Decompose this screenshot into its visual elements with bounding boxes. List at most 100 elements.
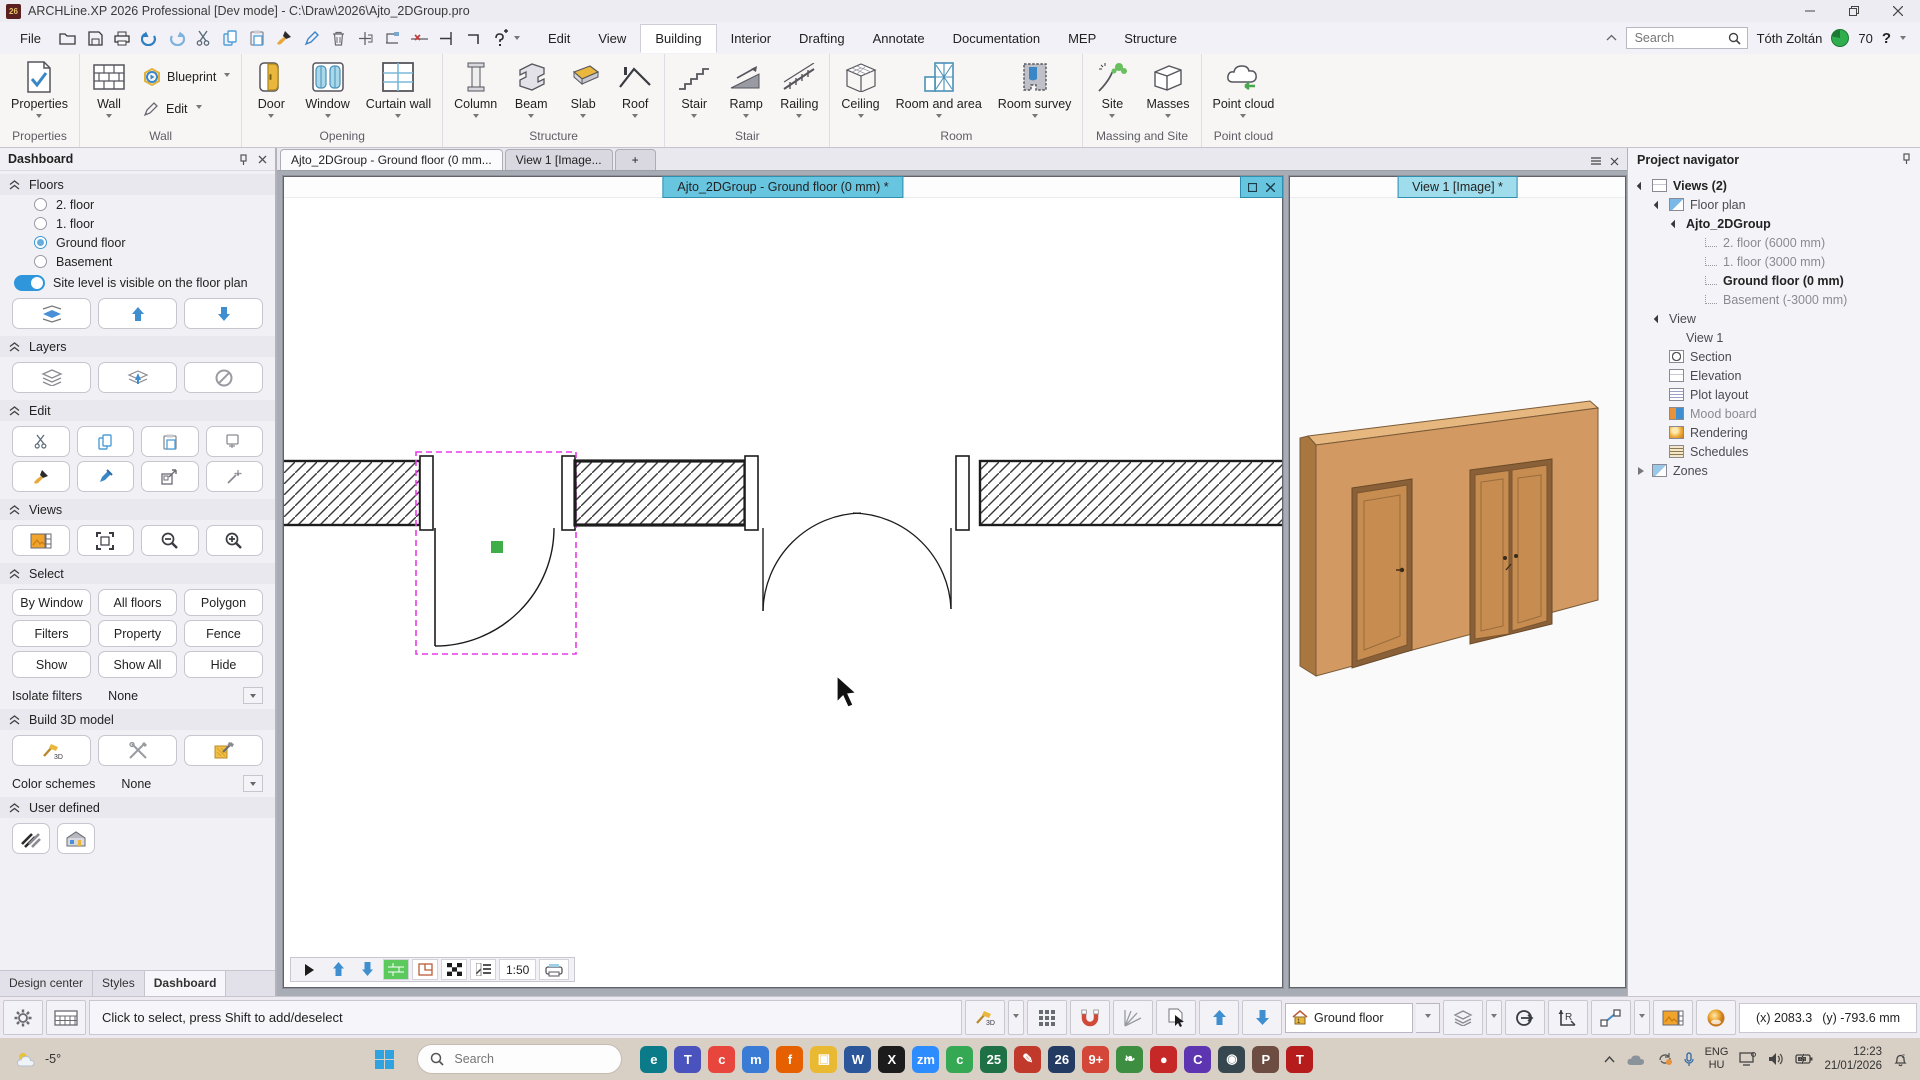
- polyline-mode-button[interactable]: [1591, 1000, 1631, 1035]
- taskbar-app-nature-app[interactable]: ❧: [1116, 1046, 1143, 1073]
- floor-option-1[interactable]: 1. floor: [0, 214, 275, 233]
- search-icon[interactable]: [1728, 32, 1741, 45]
- search-input[interactable]: [1633, 30, 1728, 46]
- weather-widget[interactable]: -5°: [0, 1050, 77, 1068]
- layer-walk-button[interactable]: [98, 362, 177, 393]
- pin-icon[interactable]: [239, 154, 248, 165]
- tree-item-zones[interactable]: Zones: [1628, 461, 1920, 480]
- layers-status-button[interactable]: [1443, 1000, 1483, 1035]
- section-header-edit[interactable]: Edit: [0, 400, 275, 421]
- layers-dropdown[interactable]: [1486, 1000, 1502, 1035]
- floorplan-window-header[interactable]: Ajto_2DGroup - Ground floor (0 mm) *: [284, 177, 1282, 198]
- floor-down-button[interactable]: [184, 298, 263, 329]
- format-brush-button[interactable]: [12, 461, 70, 492]
- tree-item-2-floor-6000-mm[interactable]: 2. floor (6000 mm): [1628, 233, 1920, 252]
- what-is-this-icon[interactable]: [488, 26, 513, 50]
- user-house-button[interactable]: [57, 823, 95, 854]
- door-button[interactable]: Door: [245, 56, 297, 128]
- menu-structure[interactable]: Structure: [1110, 25, 1191, 52]
- floorplan-window-title[interactable]: Ajto_2DGroup - Ground floor (0 mm) *: [662, 176, 903, 198]
- delete-dimension-icon[interactable]: [407, 26, 432, 50]
- wall-display-mode-icon[interactable]: [383, 959, 409, 980]
- format-brush-icon[interactable]: [272, 26, 297, 50]
- print-icon[interactable]: [110, 26, 135, 50]
- section-header-select[interactable]: Select: [0, 563, 275, 584]
- taskbar-app-terminal-red[interactable]: T: [1286, 1046, 1313, 1073]
- collapse-icon[interactable]: [1653, 202, 1663, 208]
- select-property-button[interactable]: Property: [98, 620, 177, 647]
- clock-widget[interactable]: 12:2321/01/2026: [1824, 1045, 1882, 1074]
- menu-annotate[interactable]: Annotate: [859, 25, 939, 52]
- onedrive-cloud-icon[interactable]: [1626, 1053, 1646, 1066]
- tree-item-rendering[interactable]: Rendering: [1628, 423, 1920, 442]
- modify-dimension-icon[interactable]: [380, 26, 405, 50]
- relative-coords-button[interactable]: R: [1548, 1000, 1588, 1035]
- window-restore-icon[interactable]: [1248, 183, 1257, 192]
- cut-icon[interactable]: [191, 26, 216, 50]
- tab-dashboard[interactable]: Dashboard: [145, 971, 227, 996]
- taskbar-app-firefox[interactable]: f: [776, 1046, 803, 1073]
- select-all-floors-button[interactable]: All floors: [98, 589, 177, 616]
- floor-up-button[interactable]: [98, 298, 177, 329]
- section-header-user-defined[interactable]: User defined: [0, 797, 275, 818]
- wall-edit-button[interactable]: Edit: [137, 99, 236, 119]
- collapse-icon[interactable]: [1636, 183, 1646, 189]
- tab-styles[interactable]: Styles: [93, 971, 145, 996]
- language-indicator[interactable]: ENGHU: [1705, 1046, 1729, 1071]
- collapse-icon[interactable]: [1653, 316, 1663, 322]
- tree-item-view[interactable]: View: [1628, 309, 1920, 328]
- minimize-button[interactable]: [1788, 0, 1832, 22]
- build-3d-selection-button[interactable]: [184, 735, 263, 766]
- isolate-filters-dropdown[interactable]: [243, 687, 263, 704]
- speaker-icon[interactable]: [1768, 1052, 1784, 1066]
- corner-icon[interactable]: [461, 26, 486, 50]
- color-schemes-dropdown[interactable]: [243, 775, 263, 792]
- collapse-icon[interactable]: [1670, 221, 1680, 227]
- site-button[interactable]: Site: [1086, 56, 1138, 128]
- tree-item-elevation[interactable]: Elevation: [1628, 366, 1920, 385]
- user-hatch-button[interactable]: [12, 823, 50, 854]
- roof-button[interactable]: Roof: [609, 56, 661, 128]
- floorplan-display-icon[interactable]: [412, 959, 438, 980]
- drawing-scale[interactable]: 1:50: [499, 959, 536, 980]
- build-3d-button[interactable]: 3D: [12, 735, 91, 766]
- properties-button[interactable]: Properties: [3, 56, 76, 128]
- select-show-all-button[interactable]: Show All: [98, 651, 177, 678]
- paste-button[interactable]: [141, 426, 199, 457]
- taskbar-app-media-app[interactable]: m: [742, 1046, 769, 1073]
- pen-icon[interactable]: [299, 26, 324, 50]
- trim-icon[interactable]: [434, 26, 459, 50]
- help-button[interactable]: ?: [1882, 30, 1891, 47]
- battery-icon[interactable]: [1795, 1053, 1813, 1065]
- tree-item-mood-board[interactable]: Mood board: [1628, 404, 1920, 423]
- tree-item-schedules[interactable]: Schedules: [1628, 442, 1920, 461]
- angle-constraint-button[interactable]: [1113, 1000, 1153, 1035]
- taskbar-app-chrome[interactable]: c: [708, 1046, 735, 1073]
- taskbar-app-camera-app[interactable]: ◉: [1218, 1046, 1245, 1073]
- delete-icon[interactable]: [326, 26, 351, 50]
- taskbar-app-x-app[interactable]: X: [878, 1046, 905, 1073]
- layer-off-button[interactable]: [184, 362, 263, 393]
- play-animation-icon[interactable]: [296, 959, 322, 980]
- floor-up-status-button[interactable]: [1199, 1000, 1239, 1035]
- taskbar-app-edge-browser[interactable]: e: [640, 1046, 667, 1073]
- zoom-out-button[interactable]: [141, 525, 199, 556]
- help-dropdown-caret[interactable]: [1900, 36, 1906, 43]
- cast-display-icon[interactable]: [1739, 1052, 1757, 1066]
- point-cloud-button[interactable]: Point cloud: [1205, 56, 1283, 128]
- sync-icon[interactable]: [1657, 1052, 1673, 1066]
- stair-button[interactable]: Stair: [668, 56, 720, 128]
- pin-icon[interactable]: [1902, 153, 1911, 164]
- floor-option-ground[interactable]: Ground floor: [0, 233, 275, 252]
- taskbar-app-pen-tool[interactable]: ✎: [1014, 1046, 1041, 1073]
- paste-icon[interactable]: [245, 26, 270, 50]
- taskbar-app-file-explorer[interactable]: ▣: [810, 1046, 837, 1073]
- start-button[interactable]: [367, 1042, 401, 1076]
- magic-wand-button[interactable]: [206, 461, 264, 492]
- taskbar-app-chrome-profile[interactable]: c: [946, 1046, 973, 1073]
- copy-properties-button[interactable]: [206, 426, 264, 457]
- hatch-display-icon[interactable]: [441, 959, 467, 980]
- taskbar-search-input[interactable]: [452, 1051, 609, 1067]
- masses-button[interactable]: Masses: [1138, 56, 1197, 128]
- new-image-view-button[interactable]: [1653, 1000, 1693, 1035]
